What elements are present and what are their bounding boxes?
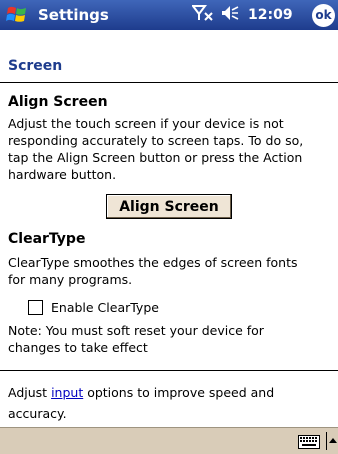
menu-bar bbox=[0, 427, 338, 454]
keyboard-icon[interactable] bbox=[298, 434, 320, 449]
align-screen-description: Adjust the touch screen if your device i… bbox=[8, 115, 336, 183]
enable-cleartype-checkbox[interactable] bbox=[28, 299, 43, 315]
title-bar: Settings 12:09 ok bbox=[0, 0, 338, 30]
volume-icon[interactable] bbox=[220, 4, 240, 26]
header-divider bbox=[0, 82, 338, 83]
app-title[interactable]: Settings bbox=[38, 6, 109, 24]
cleartype-option[interactable]: Enable ClearType bbox=[28, 298, 159, 316]
align-screen-section: Align Screen Adjust the touch screen if … bbox=[8, 93, 336, 183]
note-line: Note: You must soft reset your device fo… bbox=[8, 323, 264, 338]
input-hint-prefix: Adjust bbox=[8, 385, 52, 400]
note-line: changes to take effect bbox=[8, 340, 148, 355]
cleartype-note: Note: You must soft reset your device fo… bbox=[8, 322, 336, 356]
input-hint-line: Adjust input options to improve speed an… bbox=[8, 382, 336, 403]
description-line: tap the Align Screen button or press the… bbox=[8, 150, 303, 165]
footer-divider bbox=[0, 370, 338, 371]
description-line: responding accurately to screen taps. To… bbox=[8, 133, 304, 148]
clock[interactable]: 12:09 bbox=[248, 7, 293, 23]
input-hint: Adjust input options to improve speed an… bbox=[8, 382, 336, 424]
page-title: Screen bbox=[8, 58, 63, 74]
cleartype-heading: ClearType bbox=[8, 231, 86, 247]
up-arrow-icon[interactable] bbox=[326, 432, 337, 450]
enable-cleartype-label[interactable]: Enable ClearType bbox=[51, 300, 159, 315]
input-settings-link[interactable]: input bbox=[51, 385, 83, 400]
signal-off-icon[interactable] bbox=[191, 4, 214, 26]
description-line: hardware button. bbox=[8, 167, 117, 182]
input-hint-suffix: options to improve speed and bbox=[83, 385, 275, 400]
description-line: ClearType smoothes the edges of screen f… bbox=[8, 255, 298, 270]
align-screen-heading: Align Screen bbox=[8, 94, 108, 110]
cleartype-section: ClearType ClearType smoothes the edges o… bbox=[8, 230, 336, 288]
cleartype-description: ClearType smoothes the edges of screen f… bbox=[8, 254, 336, 288]
status-area: 12:09 bbox=[191, 4, 293, 26]
windows-flag-icon[interactable] bbox=[6, 4, 28, 26]
description-line: for many programs. bbox=[8, 272, 133, 287]
ok-button[interactable]: ok bbox=[312, 4, 335, 27]
input-hint-line2: accuracy. bbox=[8, 406, 67, 421]
align-screen-button[interactable]: Align Screen bbox=[106, 194, 232, 219]
description-line: Adjust the touch screen if your device i… bbox=[8, 116, 284, 131]
